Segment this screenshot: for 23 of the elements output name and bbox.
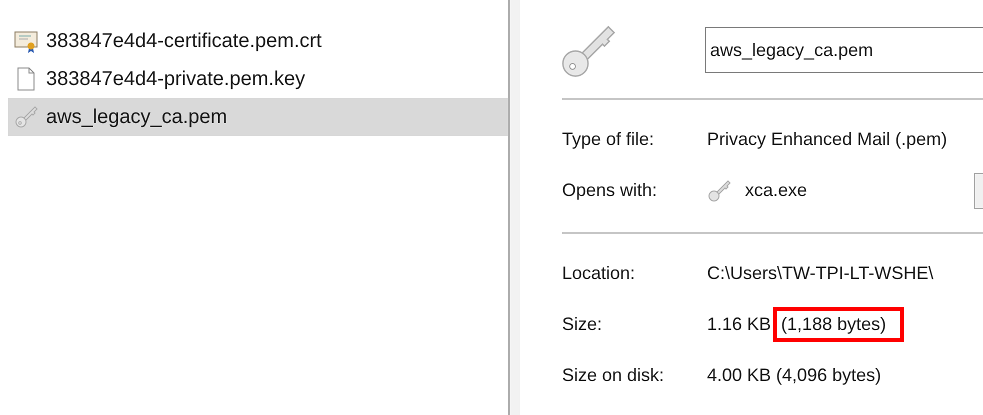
pane-splitter[interactable] (508, 0, 520, 415)
property-label: Size on disk: (562, 365, 666, 386)
change-button[interactable] (974, 172, 983, 208)
highlight-box: (1,188 bytes) (773, 307, 904, 342)
property-value: 1.16 KB (707, 314, 772, 335)
key-icon (14, 105, 38, 129)
file-name-field[interactable]: aws_legacy_ca.pem (705, 27, 983, 73)
file-item[interactable]: 383847e4d4-certificate.pem.crt (8, 22, 508, 60)
property-label: Type of file: (562, 129, 656, 150)
property-value: C:\Users\TW-TPI-LT-WSHE\ (707, 263, 934, 284)
property-value: Privacy Enhanced Mail (.pem) (707, 129, 948, 150)
file-item[interactable]: 383847e4d4-private.pem.key (8, 60, 508, 98)
property-label: Location: (562, 263, 636, 284)
property-value: 4.00 KB (4,096 bytes) (707, 365, 882, 386)
file-item[interactable]: aws_legacy_ca.pem (8, 98, 508, 136)
property-value: xca.exe (745, 180, 808, 201)
property-label: Opens with: (562, 180, 658, 201)
file-name: 383847e4d4-certificate.pem.crt (46, 30, 322, 52)
key-icon (707, 178, 731, 202)
file-name: 383847e4d4-private.pem.key (46, 68, 306, 90)
certificate-icon (14, 29, 38, 53)
file-name: aws_legacy_ca.pem (46, 106, 228, 128)
property-label: Size: (562, 314, 604, 335)
